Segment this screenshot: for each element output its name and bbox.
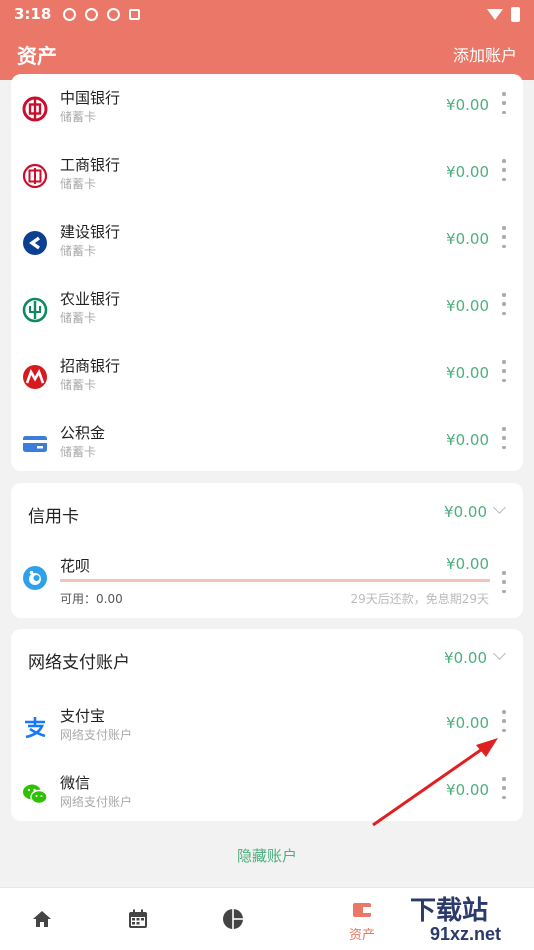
online-payment-section: 网络支付账户 ¥0.00 支付宝 网络支付账户 ¥0.00 微信 网络支付账户 …: [11, 629, 523, 821]
account-type: 网络支付账户: [60, 728, 133, 742]
account-row-icbc[interactable]: 工商银行 储蓄卡 ¥0.00: [11, 151, 523, 218]
nav-assets-label: 资产: [348, 928, 375, 943]
more-options-icon[interactable]: [501, 571, 507, 593]
account-balance: ¥0.00: [446, 163, 489, 181]
account-name: 工商银行: [60, 156, 121, 174]
chevron-down-icon: [493, 647, 506, 660]
card-icon: [23, 436, 47, 452]
account-name: 中国银行: [60, 89, 121, 107]
account-type: 储蓄卡: [60, 311, 97, 325]
more-options-icon[interactable]: [501, 293, 507, 315]
account-balance: ¥0.00: [446, 297, 489, 315]
account-name: 建设银行: [60, 223, 121, 241]
app-bar: 资产 添加账户: [0, 28, 534, 80]
hide-accounts-link[interactable]: 隐藏账户: [0, 845, 534, 866]
section-title: 信用卡: [28, 507, 79, 527]
nav-statistics[interactable]: [203, 888, 263, 950]
alipay-icon: [25, 717, 46, 739]
nav-home[interactable]: [12, 888, 72, 950]
available-credit: 可用：0.00: [60, 592, 123, 606]
app-notification-icon: [129, 8, 141, 20]
account-type: 储蓄卡: [60, 244, 97, 258]
add-account-button[interactable]: 添加账户: [453, 42, 517, 66]
more-options-icon[interactable]: [501, 710, 507, 732]
page-title: 资产: [17, 43, 57, 68]
nav-assets[interactable]: 资产: [332, 888, 392, 950]
account-type: 储蓄卡: [60, 110, 97, 124]
section-total: ¥0.00: [444, 503, 487, 521]
account-balance: ¥0.00: [446, 781, 489, 799]
account-name: 支付宝: [60, 707, 106, 725]
more-options-icon[interactable]: [501, 427, 507, 449]
credit-usage-bar: [60, 579, 490, 582]
account-balance: ¥0.00: [446, 714, 489, 732]
account-type: 储蓄卡: [60, 177, 97, 191]
battery-icon: [511, 6, 520, 22]
credit-section-header[interactable]: 信用卡 ¥0.00: [11, 483, 523, 541]
debit-account-card: 中国银行 储蓄卡 ¥0.00 工商银行 储蓄卡 ¥0.00 建设银行 储蓄卡 ¥…: [11, 74, 523, 471]
credit-card-section: 信用卡 ¥0.00 花呗 ¥0.00 可用：0.00 29天后还款，免息期29天: [11, 483, 523, 618]
status-time: 3:18: [14, 5, 52, 23]
repayment-info: 29天后还款，免息期29天: [350, 592, 489, 606]
account-type: 网络支付账户: [60, 795, 133, 809]
account-row-wechat[interactable]: 微信 网络支付账户 ¥0.00: [11, 769, 523, 836]
section-title: 网络支付账户: [28, 653, 130, 673]
account-row-boc[interactable]: 中国银行 储蓄卡 ¥0.00: [11, 84, 523, 151]
more-options-icon[interactable]: [501, 360, 507, 382]
account-name: 微信: [60, 774, 91, 792]
ccb-icon: [23, 231, 47, 255]
boc-icon: [22, 96, 48, 122]
account-row-huabei[interactable]: 花呗 ¥0.00 可用：0.00 29天后还款，免息期29天: [11, 555, 523, 615]
more-options-icon[interactable]: [501, 92, 507, 114]
account-name: 农业银行: [60, 290, 121, 308]
home-icon: [33, 911, 51, 927]
online-section-header[interactable]: 网络支付账户 ¥0.00: [11, 629, 523, 687]
huabei-icon: [23, 566, 47, 590]
wifi-icon: [487, 8, 503, 20]
section-total: ¥0.00: [444, 649, 487, 667]
account-type: 储蓄卡: [60, 445, 97, 459]
calendar-icon: [129, 909, 147, 928]
status-bar: 3:18: [0, 0, 534, 28]
account-row-provident-fund[interactable]: 公积金 储蓄卡 ¥0.00: [11, 419, 523, 486]
app-notification-icon: [107, 7, 121, 21]
app-notification-icon: [63, 7, 77, 21]
account-name: 公积金: [60, 424, 106, 442]
more-options-icon[interactable]: [501, 777, 507, 799]
account-balance: ¥0.00: [446, 555, 489, 573]
account-name: 招商银行: [60, 357, 121, 375]
watermark-url: 91xz.net: [430, 924, 502, 944]
more-options-icon[interactable]: [501, 159, 507, 181]
account-balance: ¥0.00: [446, 431, 489, 449]
watermark-text: 下载站: [410, 895, 489, 925]
abc-icon: [22, 297, 48, 323]
account-row-ccb[interactable]: 建设银行 储蓄卡 ¥0.00: [11, 218, 523, 285]
icbc-icon: [22, 163, 48, 189]
pie-chart-icon: [223, 909, 243, 929]
app-notification-icon: [85, 7, 99, 21]
more-options-icon[interactable]: [501, 226, 507, 248]
account-row-cmb[interactable]: 招商银行 储蓄卡 ¥0.00: [11, 352, 523, 419]
account-name: 花呗: [60, 557, 91, 575]
wallet-icon: [353, 903, 371, 917]
nav-calendar[interactable]: [108, 888, 168, 950]
account-row-alipay[interactable]: 支付宝 网络支付账户 ¥0.00: [11, 702, 523, 769]
account-type: 储蓄卡: [60, 378, 97, 392]
account-balance: ¥0.00: [446, 364, 489, 382]
wechat-icon: [23, 784, 48, 805]
account-balance: ¥0.00: [446, 96, 489, 114]
cmb-icon: [23, 365, 47, 389]
account-row-abc[interactable]: 农业银行 储蓄卡 ¥0.00: [11, 285, 523, 352]
account-balance: ¥0.00: [446, 230, 489, 248]
chevron-down-icon: [493, 501, 506, 514]
